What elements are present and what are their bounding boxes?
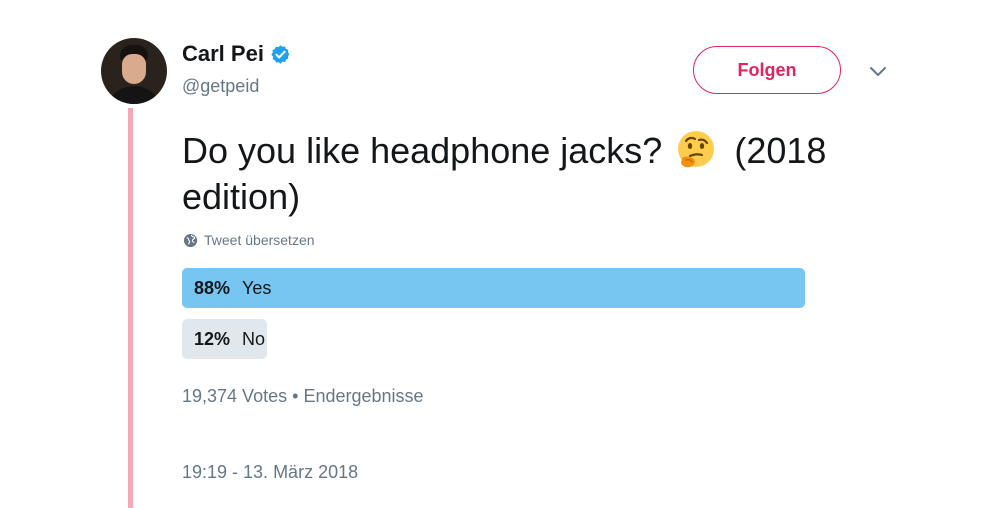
chevron-down-icon[interactable]	[867, 60, 889, 82]
author-name[interactable]: Carl Pei	[182, 38, 264, 70]
poll-separator: •	[292, 386, 299, 406]
verified-badge-icon	[270, 44, 291, 65]
tweet-header: Carl Pei @getpeid	[182, 38, 291, 98]
avatar[interactable]	[101, 38, 167, 104]
poll-option-percent: 12%	[194, 328, 231, 349]
thinking-face-icon	[674, 128, 718, 172]
poll-results-summary: 19,374 Votes • Endergebnisse	[182, 386, 424, 407]
author-handle[interactable]: @getpeid	[182, 74, 291, 98]
follow-button[interactable]: Folgen	[693, 46, 841, 94]
tweet-text-part-1: Do you like headphone jacks?	[182, 130, 673, 171]
poll-option-percent: 88%	[194, 277, 231, 298]
tweet-text: Do you like headphone jacks? (2018 editi…	[182, 128, 882, 220]
thread-line	[128, 108, 133, 508]
avatar-face	[122, 54, 146, 84]
translate-tweet-label: Tweet übersetzen	[204, 232, 315, 248]
translate-tweet-link[interactable]: Tweet übersetzen	[183, 232, 315, 248]
author-name-row: Carl Pei	[182, 38, 291, 70]
poll-option-no: 12% No	[182, 319, 267, 359]
poll-option-label: Yes	[242, 277, 272, 298]
poll-votes-count: 19,374 Votes	[182, 386, 288, 406]
avatar-shirt	[105, 86, 163, 104]
globe-icon	[183, 233, 198, 248]
tweet-timestamp[interactable]: 19:19 - 13. März 2018	[182, 462, 358, 483]
poll-status: Endergebnisse	[303, 386, 424, 406]
poll-option-yes: 88% Yes	[182, 268, 805, 308]
poll-option-label: No	[242, 328, 266, 349]
